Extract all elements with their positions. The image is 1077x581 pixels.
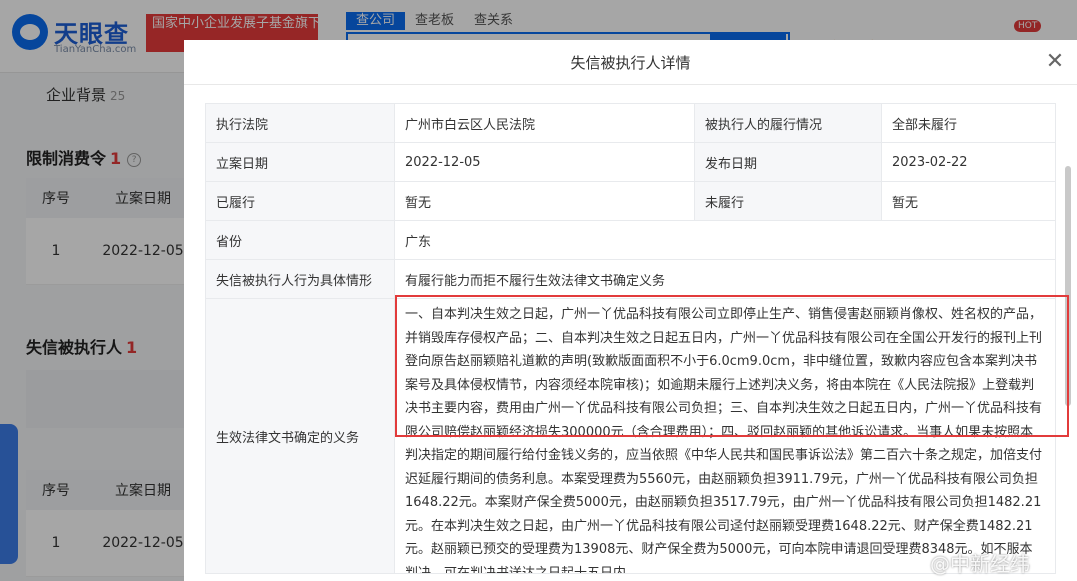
label-publish-date: 发布日期 xyxy=(694,142,882,182)
value-behavior: 有履行能力而拒不履行生效法律文书确定义务 xyxy=(394,259,1056,299)
table-row: 已履行 暂无 未履行 暂无 xyxy=(205,181,1056,221)
table-row: 失信被执行人行为具体情形 有履行能力而拒不履行生效法律文书确定义务 xyxy=(205,259,1056,299)
value-obligation: 一、自本判决生效之日起，广州一丫优品科技有限公司立即停止生产、销售侵害赵丽颖肖像… xyxy=(394,298,1056,574)
modal-header: 失信被执行人详情 ✕ xyxy=(184,40,1077,85)
modal-scrollbar[interactable] xyxy=(1065,166,1071,406)
value-performed: 暂无 xyxy=(394,181,695,221)
label-obligation: 生效法律文书确定的义务 xyxy=(205,298,395,574)
value-not-performed: 暂无 xyxy=(881,181,1056,221)
label-performance-status: 被执行人的履行情况 xyxy=(694,103,882,143)
modal-title: 失信被执行人详情 xyxy=(570,54,691,72)
value-filing-date: 2022-12-05 xyxy=(394,142,695,182)
table-row: 生效法律文书确定的义务 一、自本判决生效之日起，广州一丫优品科技有限公司立即停止… xyxy=(205,298,1056,574)
value-court: 广州市白云区人民法院 xyxy=(394,103,695,143)
label-filing-date: 立案日期 xyxy=(205,142,395,182)
value-publish-date: 2023-02-22 xyxy=(881,142,1056,182)
table-row: 执行法院 广州市白云区人民法院 被执行人的履行情况 全部未履行 xyxy=(205,103,1056,143)
close-icon[interactable]: ✕ xyxy=(1043,50,1067,74)
value-province: 广东 xyxy=(394,220,1056,260)
label-not-performed: 未履行 xyxy=(694,181,882,221)
watermark: @中新经纬 xyxy=(930,552,1030,576)
table-row: 立案日期 2022-12-05 发布日期 2023-02-22 xyxy=(205,142,1056,182)
label-court: 执行法院 xyxy=(205,103,395,143)
value-performance-status: 全部未履行 xyxy=(881,103,1056,143)
label-performed: 已履行 xyxy=(205,181,395,221)
detail-table: 执行法院 广州市白云区人民法院 被执行人的履行情况 全部未履行 立案日期 202… xyxy=(205,103,1056,574)
table-row: 省份 广东 xyxy=(205,220,1056,260)
label-province: 省份 xyxy=(205,220,395,260)
obligation-text: 一、自本判决生效之日起，广州一丫优品科技有限公司立即停止生产、销售侵害赵丽颖肖像… xyxy=(405,307,1043,573)
label-behavior: 失信被执行人行为具体情形 xyxy=(205,259,395,299)
detail-modal: 失信被执行人详情 ✕ 执行法院 广州市白云区人民法院 被执行人的履行情况 全部未… xyxy=(184,40,1077,581)
